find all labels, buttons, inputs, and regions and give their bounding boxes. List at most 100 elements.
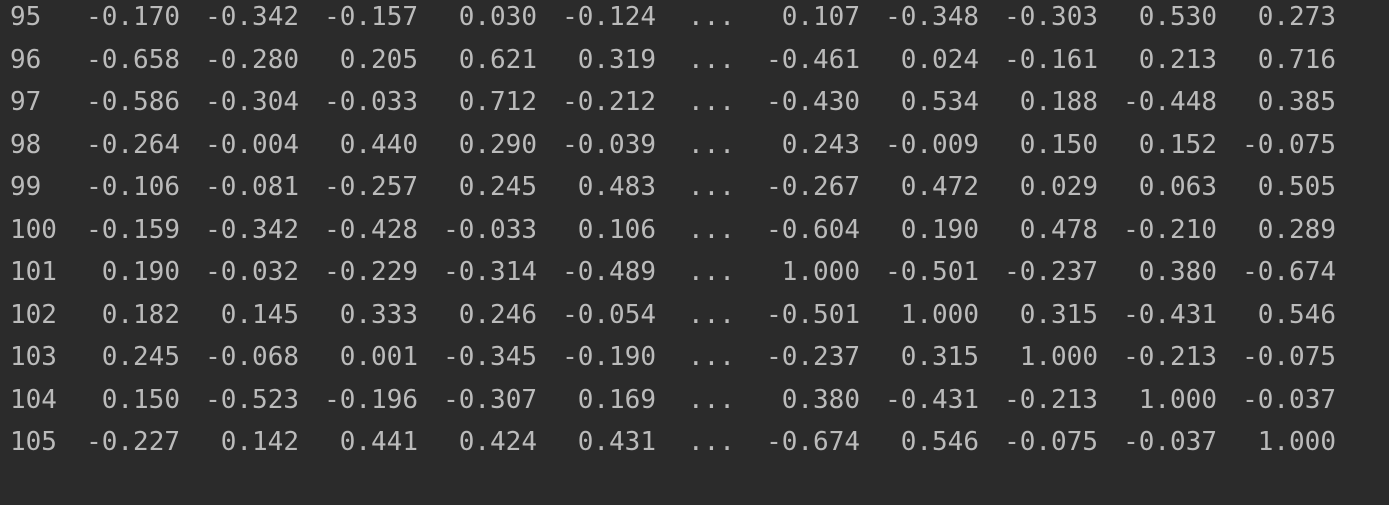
table-cell: -0.213 bbox=[1123, 342, 1217, 372]
table-cell: -0.428 bbox=[324, 214, 418, 245]
table-cell: 0.333 bbox=[339, 299, 418, 330]
table-cell: -0.170 bbox=[86, 2, 180, 32]
table-cell: -0.342 bbox=[205, 214, 299, 245]
table-cell: -0.431 bbox=[1123, 299, 1217, 330]
table-cell: -0.161 bbox=[1004, 44, 1098, 75]
table-row: 95 -0.170 -0.342 -0.157 0.030 -0.124... 0.107-… bbox=[0, 0, 1389, 39]
console-output[interactable]: 95 -0.170 -0.342 -0.157 0.030 -0.124... 0.107 -… bbox=[0, 0, 1389, 505]
table-cell: -0.229 bbox=[324, 257, 418, 287]
table-cell: -0.523 bbox=[205, 384, 299, 415]
table-cell: -0.212 bbox=[562, 87, 656, 117]
table-cell: 0.106 bbox=[577, 214, 656, 245]
table-cell: -0.314 bbox=[443, 257, 537, 287]
table-cell: 0.107 bbox=[781, 2, 860, 32]
row-index: 95 bbox=[10, 2, 42, 32]
table-cell: 0.063 bbox=[1138, 172, 1217, 202]
table-cell: 0.142 bbox=[220, 427, 299, 457]
table-row: 101 0.190 -0.032 -0.229 -0.314 -0.489... 1.000… bbox=[0, 251, 1389, 294]
table-cell: -0.157 bbox=[324, 2, 418, 32]
table-cell: 0.190 bbox=[900, 214, 979, 245]
table-cell: -0.210 bbox=[1123, 214, 1217, 245]
table-cell: -0.081 bbox=[205, 172, 299, 202]
row-index: 104 bbox=[10, 384, 57, 415]
truncation-ellipsis: ... bbox=[688, 214, 735, 245]
table-cell: 0.024 bbox=[900, 44, 979, 75]
table-cell: 0.380 bbox=[1138, 257, 1217, 287]
table-cell: -0.190 bbox=[562, 342, 656, 372]
table-cell: 0.385 bbox=[1257, 87, 1336, 117]
table-cell: 0.150 bbox=[101, 384, 180, 415]
table-cell: -0.586 bbox=[86, 87, 180, 117]
truncation-ellipsis: ... bbox=[688, 427, 735, 457]
table-cell: -0.068 bbox=[205, 342, 299, 372]
table-cell: -0.037 bbox=[1123, 427, 1217, 457]
table-row: 105 -0.227 0.142 0.441 0.424 0.431... -0.674 0.… bbox=[0, 421, 1389, 464]
table-cell: -0.501 bbox=[766, 299, 860, 330]
table-cell: 1.000 bbox=[781, 257, 860, 287]
table-cell: 0.621 bbox=[458, 44, 537, 75]
table-cell: 0.029 bbox=[1019, 172, 1098, 202]
table-cell: 0.188 bbox=[1019, 87, 1098, 117]
table-cell: -0.075 bbox=[1242, 342, 1336, 372]
table-cell: 0.289 bbox=[1257, 214, 1336, 245]
table-cell: -0.658 bbox=[86, 44, 180, 75]
table-row: 96 -0.658 -0.280 0.205 0.621 0.319... -0.461 0.… bbox=[0, 39, 1389, 82]
table-cell: -0.342 bbox=[205, 2, 299, 32]
table-cell: -0.674 bbox=[1242, 257, 1336, 287]
table-cell: -0.430 bbox=[766, 87, 860, 117]
table-cell: 0.152 bbox=[1138, 129, 1217, 160]
table-cell: 0.478 bbox=[1019, 214, 1098, 245]
table-cell: -0.054 bbox=[562, 299, 656, 330]
truncation-ellipsis: ... bbox=[688, 87, 735, 117]
table-cell: -0.489 bbox=[562, 257, 656, 287]
table-row: 103 0.245 -0.068 0.001 -0.345 -0.190... -0.237… bbox=[0, 336, 1389, 379]
table-cell: 0.315 bbox=[1019, 299, 1098, 330]
table-cell: 1.000 bbox=[1138, 384, 1217, 415]
table-row: 102 0.182 0.145 0.333 0.246 -0.054... -0.501 1.… bbox=[0, 294, 1389, 337]
table-cell: 1.000 bbox=[1019, 342, 1098, 372]
table-cell: -0.039 bbox=[562, 129, 656, 160]
table-cell: 0.030 bbox=[458, 2, 537, 32]
table-cell: 0.319 bbox=[577, 44, 656, 75]
table-cell: 0.145 bbox=[220, 299, 299, 330]
table-cell: 0.431 bbox=[577, 427, 656, 457]
table-cell: 0.546 bbox=[900, 427, 979, 457]
table-cell: -0.037 bbox=[1242, 384, 1336, 415]
row-index: 102 bbox=[10, 299, 57, 330]
table-cell: 0.712 bbox=[458, 87, 537, 117]
table-cell: 0.245 bbox=[101, 342, 180, 372]
table-cell: 0.716 bbox=[1257, 44, 1336, 75]
table-cell: -0.196 bbox=[324, 384, 418, 415]
table-cell: 0.290 bbox=[458, 129, 537, 160]
table-cell: -0.431 bbox=[885, 384, 979, 415]
table-row: 97 -0.586 -0.304 -0.033 0.712 -0.212... -0.430… bbox=[0, 81, 1389, 124]
table-cell: 0.534 bbox=[900, 87, 979, 117]
truncation-ellipsis: ... bbox=[688, 44, 735, 75]
truncation-ellipsis: ... bbox=[688, 172, 735, 202]
row-index: 105 bbox=[10, 427, 57, 457]
table-row: 99 -0.106 -0.081 -0.257 0.245 0.483... -0.267 0… bbox=[0, 166, 1389, 209]
table-cell: 0.273 bbox=[1257, 2, 1336, 32]
row-index: 103 bbox=[10, 342, 57, 372]
truncation-ellipsis: ... bbox=[688, 299, 735, 330]
table-row: 104 0.150 -0.523 -0.196 -0.307 0.169... 0.380-… bbox=[0, 379, 1389, 422]
table-cell: 1.000 bbox=[900, 299, 979, 330]
table-cell: 0.424 bbox=[458, 427, 537, 457]
table-cell: 0.169 bbox=[577, 384, 656, 415]
table-cell: -0.237 bbox=[766, 342, 860, 372]
table-cell: -0.004 bbox=[205, 129, 299, 160]
row-index: 98 bbox=[10, 129, 42, 160]
table-cell: 0.472 bbox=[900, 172, 979, 202]
table-cell: 0.243 bbox=[781, 129, 860, 160]
table-cell: -0.159 bbox=[86, 214, 180, 245]
table-cell: -0.213 bbox=[1004, 384, 1098, 415]
table-row: 100 -0.159 -0.342 -0.428 -0.033 0.106... -0.60… bbox=[0, 209, 1389, 252]
table-row: 98 -0.264 -0.004 0.440 0.290 -0.039... 0.243 -0… bbox=[0, 124, 1389, 167]
table-cell: -0.604 bbox=[766, 214, 860, 245]
table-cell: -0.009 bbox=[885, 129, 979, 160]
row-index: 96 bbox=[10, 44, 42, 75]
table-cell: -0.124 bbox=[562, 2, 656, 32]
table-cell: -0.674 bbox=[766, 427, 860, 457]
row-index: 97 bbox=[10, 87, 42, 117]
table-cell: -0.033 bbox=[443, 214, 537, 245]
